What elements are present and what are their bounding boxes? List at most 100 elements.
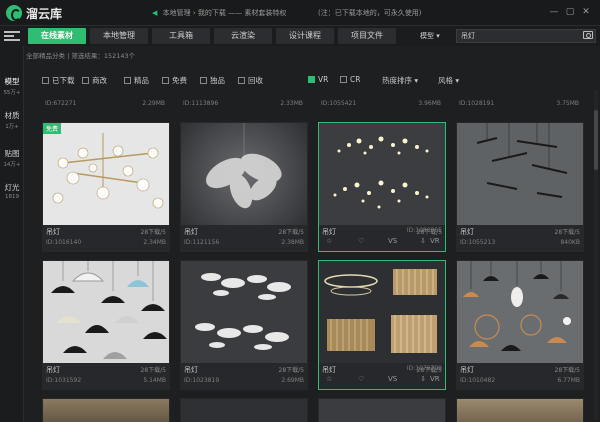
filter-exclusive[interactable]: 独品: [200, 75, 225, 86]
style-dropdown[interactable]: 风格 ▾: [438, 75, 459, 86]
scrollbar-thumb[interactable]: [594, 110, 598, 170]
asset-card[interactable]: 吊灯 28下载/5 ID:1055213 840KB: [456, 122, 584, 252]
asset-id: ID:1079799: [406, 365, 442, 372]
result-count: 筛选结果：152143个: [71, 52, 136, 60]
asset-card[interactable]: 吊灯 28下载/5 ID:1121156 2.38MB: [180, 122, 308, 252]
asset-card[interactable]: 吊灯 28下载/5 ID:1031592 5.14MB: [42, 260, 170, 390]
filter-commercial[interactable]: 商改: [82, 75, 107, 86]
vs-button[interactable]: VS: [388, 237, 397, 245]
free-badge: 免费: [43, 123, 62, 134]
asset-thumbnail[interactable]: [43, 261, 169, 363]
filter-free[interactable]: 免费: [162, 75, 187, 86]
sidebar-item-models[interactable]: 模型 55万+: [0, 76, 24, 96]
asset-id: ID:1031592 5.14MB: [46, 377, 166, 384]
breadcrumb-downloads[interactable]: 我的下载: [198, 9, 226, 17]
sort-dropdown[interactable]: 热度排序 ▾: [382, 75, 418, 86]
app-title: 溜云库: [26, 7, 63, 21]
linear-pendant-image: [476, 123, 568, 198]
partial-meta: ID:672271 2.29MB: [45, 100, 165, 107]
menu-icon[interactable]: [4, 29, 20, 43]
tab-project-files[interactable]: 项目文件: [338, 28, 396, 44]
asset-thumbnail[interactable]: [457, 261, 583, 363]
partial-meta: ID:1055421 3.96MB: [321, 100, 441, 107]
mixed-pendants-image: [463, 261, 571, 351]
asset-thumbnail[interactable]: [319, 123, 445, 225]
search-input[interactable]: [456, 29, 596, 43]
asset-thumbnail[interactable]: [43, 399, 169, 422]
breadcrumb-privilege[interactable]: 素材套装特权: [244, 9, 286, 17]
maximize-icon[interactable]: ▢: [564, 6, 576, 18]
filter-recycle[interactable]: 回收: [238, 75, 263, 86]
title-bar: 溜云库 ◀ 本地管理 › 我的下载 —— 素材套装特权 (注：已下载本地的，可永…: [0, 0, 600, 26]
filter-downloaded[interactable]: 已下载: [42, 75, 75, 86]
category-link[interactable]: 全部精品分类: [26, 52, 65, 60]
asset-card[interactable]: 免费 吊灯 28下载/5 ID:1016140 2.34MB: [42, 122, 170, 252]
sidebar-item-lights[interactable]: 灯光 1819: [0, 182, 24, 200]
asset-thumbnail[interactable]: [181, 123, 307, 225]
download-icon[interactable]: ⇩: [420, 237, 426, 245]
asset-card[interactable]: [318, 398, 446, 422]
sidebar-item-materials[interactable]: 材质 1万+: [0, 110, 24, 130]
sidebar-item-textures[interactable]: 贴图 14万+: [0, 148, 24, 168]
tab-online-assets[interactable]: 在线素材: [28, 28, 86, 44]
category-sidebar: 模型 55万+ 材质 1万+ 贴图 14万+ 灯光 1819: [0, 46, 24, 422]
grid-scrollbar[interactable]: [594, 90, 598, 420]
download-icon[interactable]: ⇩: [420, 375, 426, 383]
asset-card[interactable]: 吊灯 28下载/5 ID:1023819 2.69MB: [180, 260, 308, 390]
asset-card[interactable]: [456, 398, 584, 422]
asset-id: ID:1023819 2.69MB: [184, 377, 304, 384]
partial-meta: ID:1113896 2.33MB: [183, 100, 303, 107]
filter-vr[interactable]: VR: [308, 75, 328, 84]
tab-toolbox[interactable]: 工具箱: [152, 28, 210, 44]
filter-premium[interactable]: 精品: [124, 75, 149, 86]
tab-cloud-render[interactable]: 云渲染: [214, 28, 272, 44]
asset-id: ID:1010482 6.77MB: [460, 377, 580, 384]
asset-thumbnail[interactable]: 免费: [43, 123, 169, 225]
minimize-icon[interactable]: —: [548, 6, 560, 18]
close-icon[interactable]: ✕: [580, 6, 592, 18]
result-info: 全部精品分类 | 筛选结果：152143个: [26, 52, 136, 60]
star-icon[interactable]: ☆: [326, 375, 332, 383]
asset-card[interactable]: 吊灯 28下载/5 ☆ ♡ VS ⇩ VR ID:1079799: [318, 260, 446, 390]
crystal-chandelier-image: [333, 136, 429, 209]
asset-thumbnail[interactable]: [181, 261, 307, 363]
ring-crystal-chandelier-image: [324, 269, 437, 353]
heart-icon[interactable]: ♡: [358, 375, 364, 383]
asset-title: 吊灯 28下载/5: [46, 228, 166, 236]
vr-button[interactable]: VR: [430, 237, 440, 245]
asset-grid: ID:672271 2.29MB ID:1113896 2.33MB ID:1055…: [38, 88, 600, 422]
camera-search-icon[interactable]: [583, 31, 593, 39]
asset-card[interactable]: 吊灯 28下载/5 ID:1010482 6.77MB: [456, 260, 584, 390]
card-actions: ☆ ♡ VS ⇩ VR: [322, 375, 442, 385]
asset-id: ID:1016140 2.34MB: [46, 239, 166, 246]
asset-thumbnail[interactable]: [457, 399, 583, 422]
app-logo-icon: [6, 5, 22, 21]
tab-courses[interactable]: 设计课程: [276, 28, 334, 44]
asset-card[interactable]: [42, 398, 170, 422]
asset-id: ID:1055213 840KB: [460, 239, 580, 246]
bell-pendants-image: [51, 261, 167, 359]
branch-chandelier-image: [52, 133, 164, 209]
filter-cr[interactable]: CR: [340, 75, 360, 84]
asset-card[interactable]: 吊灯 28下载/5 ☆ ♡ VS ⇩ VR ID:1080965: [318, 122, 446, 252]
asset-thumbnail[interactable]: [181, 399, 307, 422]
wave-chandelier-image: [195, 273, 291, 350]
asset-title: 吊灯 28下载/5: [184, 366, 304, 374]
back-arrow-icon[interactable]: ◀: [152, 9, 157, 17]
asset-thumbnail[interactable]: [319, 399, 445, 422]
model-type-select[interactable]: 模型 ▾: [420, 29, 454, 43]
main-nav: 在线素材 本地管理 工具箱 云渲染 设计课程 项目文件 模型 ▾: [0, 26, 600, 46]
partial-meta: ID:1028191 3.75MB: [459, 100, 579, 107]
asset-id: ID:1121156 2.38MB: [184, 239, 304, 246]
asset-card[interactable]: [180, 398, 308, 422]
heart-icon[interactable]: ♡: [358, 237, 364, 245]
asset-thumbnail[interactable]: [457, 123, 583, 225]
notice-text: (注：已下载本地的，可永久使用): [318, 9, 422, 17]
vr-button[interactable]: VR: [430, 375, 440, 383]
breadcrumb-local[interactable]: 本地管理: [163, 9, 191, 17]
asset-title: 吊灯 28下载/5: [46, 366, 166, 374]
vs-button[interactable]: VS: [388, 375, 397, 383]
star-icon[interactable]: ☆: [326, 237, 332, 245]
tab-local-manage[interactable]: 本地管理: [90, 28, 148, 44]
asset-thumbnail[interactable]: [319, 261, 445, 363]
